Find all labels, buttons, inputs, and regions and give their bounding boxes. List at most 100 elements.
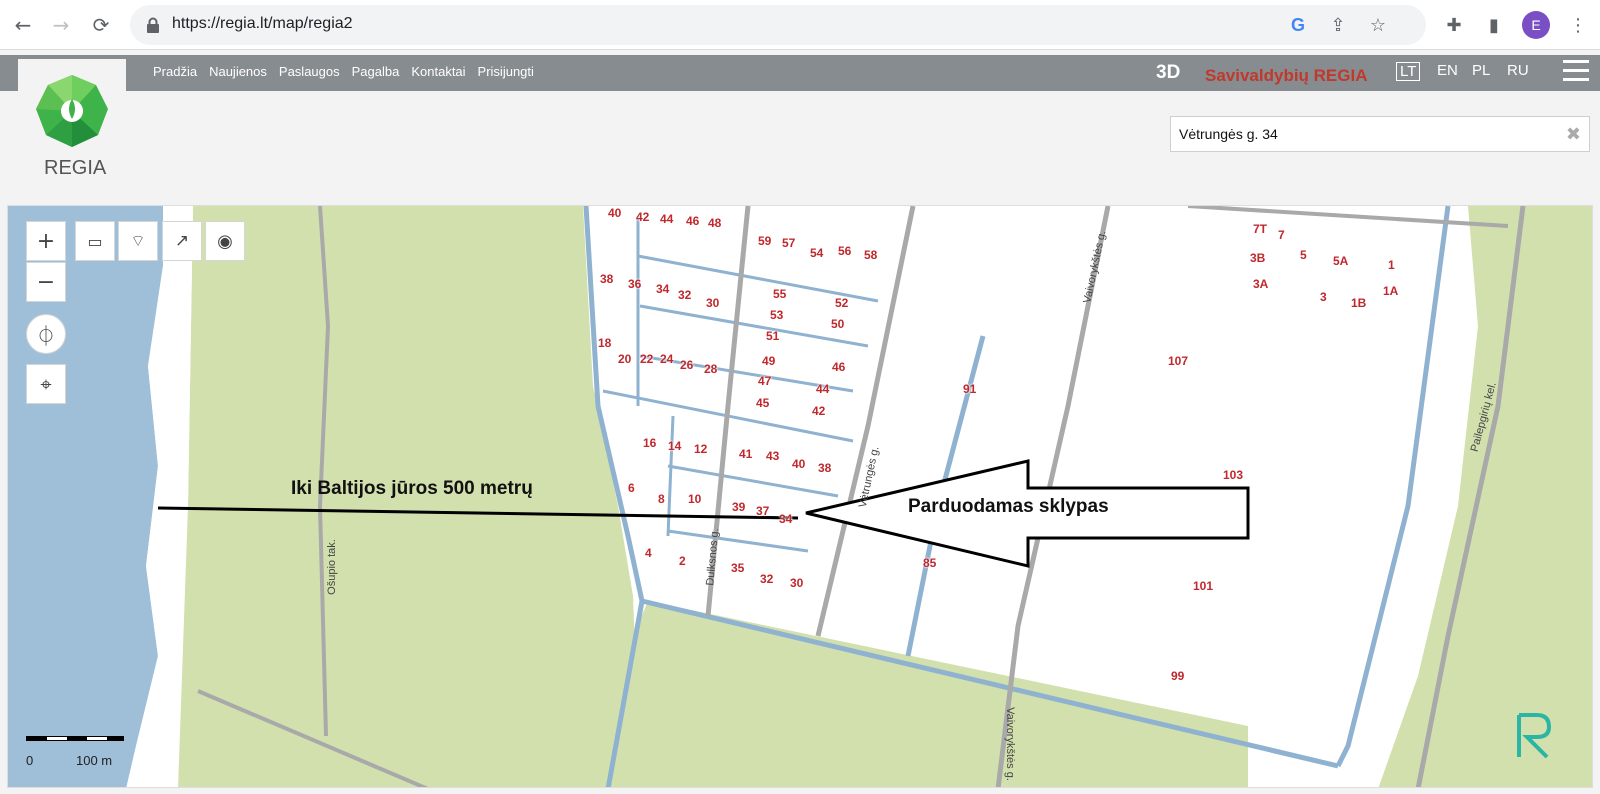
plot-number: 3B — [1250, 251, 1266, 265]
plot-number: 59 — [758, 234, 772, 248]
plot-number: 34 — [779, 512, 793, 526]
3d-button[interactable]: 3D — [1156, 62, 1180, 84]
plot-number: 54 — [810, 246, 824, 260]
plot-number: 91 — [963, 382, 977, 396]
plot-number: 16 — [643, 436, 657, 450]
lang-en[interactable]: EN — [1437, 62, 1458, 79]
back-icon[interactable]: ← — [8, 10, 38, 40]
share-map-icon[interactable]: ↗ — [162, 221, 202, 261]
lang-pl[interactable]: PL — [1472, 62, 1490, 79]
google-icon[interactable]: G — [1286, 13, 1310, 37]
plot-number: 30 — [790, 576, 804, 590]
compass-icon[interactable]: ⏀ — [26, 314, 66, 354]
lock-icon — [147, 17, 159, 33]
forward-icon[interactable]: → — [46, 10, 76, 40]
address-bar[interactable]: https://regia.lt/map/regia2 G ⇪ ☆ — [130, 5, 1426, 45]
street-label: Vaivorykštės g. — [1003, 707, 1016, 781]
menu-item-paslaugos[interactable]: Paslaugos — [279, 64, 340, 79]
plot-number: 10 — [688, 492, 702, 506]
plot-number: 5 — [1300, 248, 1307, 262]
menu-item-prisijungti[interactable]: Prisijungti — [478, 64, 534, 79]
plot-number: 40 — [608, 206, 622, 220]
brand-title: Savivaldybių REGIA — [1205, 66, 1368, 85]
rc-logo-icon — [1517, 713, 1552, 759]
plot-number: 51 — [766, 329, 780, 343]
plot-number: 57 — [782, 236, 796, 250]
plot-number: 39 — [732, 500, 746, 514]
map-canvas[interactable] — [8, 206, 1593, 788]
hamburger-menu-icon[interactable] — [1563, 60, 1589, 84]
locate-me-icon[interactable]: ⌖ — [26, 364, 66, 404]
address-search[interactable]: ✖ — [1170, 116, 1590, 152]
site-menu: Pradžia Naujienos Paslaugos Pagalba Kont… — [153, 64, 534, 79]
zoom-out-button[interactable]: − — [26, 262, 66, 302]
plot-number: 1 — [1388, 258, 1395, 272]
zoom-in-button[interactable]: + — [26, 221, 66, 261]
scale-distance: 100 m — [76, 753, 113, 768]
plot-number: 44 — [816, 382, 830, 396]
lang-ru[interactable]: RU — [1507, 62, 1529, 79]
plot-number: 101 — [1193, 579, 1214, 593]
regia-logo-icon — [36, 75, 108, 147]
measure-ruler-icon[interactable]: ▭ — [75, 221, 115, 261]
plot-number: 2 — [679, 554, 686, 568]
share-icon[interactable]: ⇪ — [1326, 13, 1350, 37]
profile-avatar[interactable]: E — [1522, 11, 1550, 39]
plot-number: 50 — [831, 317, 845, 331]
menu-item-pradzia[interactable]: Pradžia — [153, 64, 197, 79]
plot-number: 103 — [1223, 468, 1244, 482]
plot-number: 24 — [660, 352, 674, 366]
plot-number: 43 — [766, 449, 780, 463]
location-target-icon[interactable]: ◉ — [205, 221, 245, 261]
plot-number: 49 — [762, 354, 776, 368]
plot-for-sale-annotation: Parduodamas sklypas — [908, 496, 1109, 517]
plot-number: 85 — [923, 556, 937, 570]
search-input[interactable] — [1171, 117, 1551, 151]
side-panel-icon[interactable]: ▮ — [1482, 13, 1506, 37]
plot-number: 7T — [1253, 222, 1268, 236]
plot-number: 28 — [704, 362, 718, 376]
plot-number: 42 — [812, 404, 826, 418]
plot-number: 7 — [1278, 228, 1285, 242]
reload-icon[interactable]: ⟳ — [86, 10, 116, 40]
plot-number: 58 — [864, 248, 878, 262]
url-text[interactable]: https://regia.lt/map/regia2 — [172, 15, 353, 33]
plot-number: 30 — [706, 296, 720, 310]
plot-number: 41 — [739, 447, 753, 461]
clear-search-icon[interactable]: ✖ — [1566, 124, 1581, 145]
plot-number: 1A — [1383, 284, 1399, 298]
menu-item-naujienos[interactable]: Naujienos — [209, 64, 267, 79]
plot-number: 55 — [773, 287, 787, 301]
browser-menu-icon[interactable]: ⋮ — [1566, 13, 1590, 37]
marker-pin-icon[interactable]: ⌔ — [118, 221, 158, 261]
plot-number: 37 — [756, 504, 770, 518]
bookmark-star-icon[interactable]: ☆ — [1366, 13, 1390, 37]
scale-bar — [26, 736, 124, 741]
extensions-icon[interactable]: ✚ — [1442, 13, 1466, 37]
plot-number: 38 — [818, 461, 832, 475]
plot-number: 4 — [645, 546, 652, 560]
plot-number: 8 — [658, 492, 665, 506]
lang-lt[interactable]: LT — [1396, 62, 1421, 81]
menu-item-kontaktai[interactable]: Kontaktai — [411, 64, 465, 79]
plot-number: 48 — [708, 216, 722, 230]
plot-number: 26 — [680, 358, 694, 372]
sea-distance-annotation: Iki Baltijos jūros 500 metrų — [291, 478, 533, 499]
street-label: Ošupio tak. — [325, 539, 338, 595]
plot-number: 52 — [835, 296, 849, 310]
plot-number: 35 — [731, 561, 745, 575]
plot-number: 5A — [1333, 254, 1349, 268]
plot-number: 44 — [660, 212, 674, 226]
plot-number: 46 — [832, 360, 846, 374]
plot-number: 18 — [598, 336, 612, 350]
plot-number: 107 — [1168, 354, 1189, 368]
plot-number: 47 — [758, 374, 772, 388]
plot-number: 14 — [668, 439, 682, 453]
plot-number: 99 — [1171, 669, 1185, 683]
plot-number: 34 — [656, 282, 670, 296]
plot-number: 20 — [618, 352, 632, 366]
map-view[interactable]: Ošupio tak. Dulksnos g. Vėtrungės g. Vai… — [7, 205, 1593, 788]
plot-number: 32 — [760, 572, 774, 586]
menu-item-pagalba[interactable]: Pagalba — [352, 64, 400, 79]
logo-text: REGIA — [44, 157, 107, 179]
